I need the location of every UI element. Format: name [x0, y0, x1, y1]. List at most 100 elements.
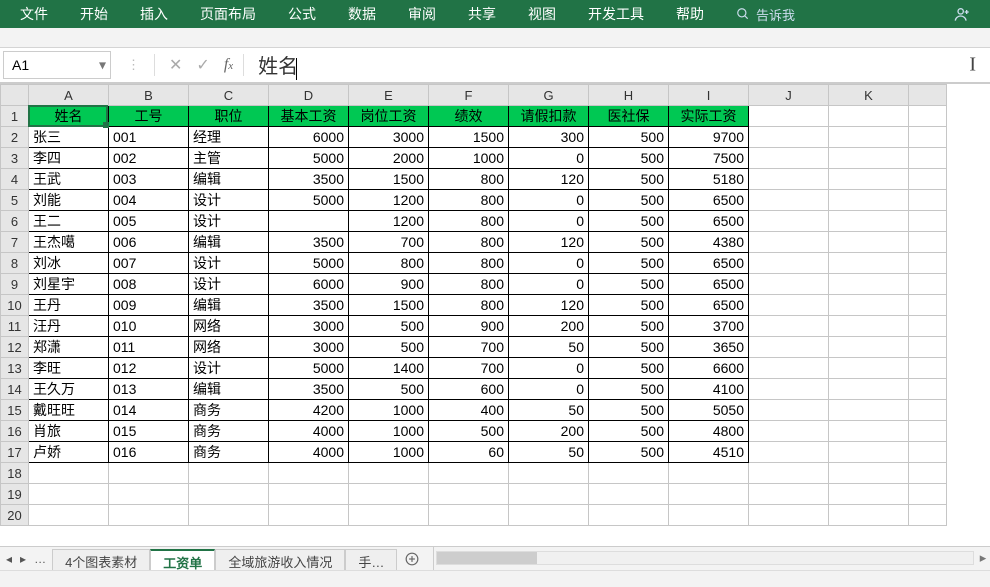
cell[interactable]: 3500 — [269, 295, 349, 316]
cell[interactable]: 200 — [509, 421, 589, 442]
row-header[interactable]: 4 — [1, 169, 29, 190]
cell-empty[interactable] — [749, 274, 829, 295]
cell[interactable]: 5180 — [669, 169, 749, 190]
row-header[interactable]: 16 — [1, 421, 29, 442]
cell[interactable]: 800 — [429, 232, 509, 253]
cell[interactable]: 3000 — [349, 127, 429, 148]
cell[interactable]: 008 — [109, 274, 189, 295]
cell-empty[interactable] — [829, 127, 909, 148]
cell[interactable]: 016 — [109, 442, 189, 463]
cell-empty[interactable] — [909, 190, 947, 211]
cell-empty[interactable] — [909, 274, 947, 295]
select-all-corner[interactable] — [1, 85, 29, 106]
cell-empty[interactable] — [909, 505, 947, 526]
cell[interactable]: 王久万 — [29, 379, 109, 400]
cell[interactable]: 4100 — [669, 379, 749, 400]
cell-empty[interactable] — [909, 148, 947, 169]
cell[interactable]: 700 — [429, 337, 509, 358]
row-header[interactable]: 7 — [1, 232, 29, 253]
cell[interactable]: 009 — [109, 295, 189, 316]
cell-empty[interactable] — [909, 421, 947, 442]
cell[interactable]: 500 — [349, 379, 429, 400]
cell-empty[interactable] — [109, 463, 189, 484]
cell[interactable]: 网络 — [189, 337, 269, 358]
cell[interactable]: 郑潇 — [29, 337, 109, 358]
cell[interactable]: 800 — [429, 190, 509, 211]
cell[interactable]: 1000 — [349, 442, 429, 463]
cell-empty[interactable] — [909, 337, 947, 358]
cell[interactable]: 汪丹 — [29, 316, 109, 337]
cell-empty[interactable] — [909, 295, 947, 316]
cell-empty[interactable] — [749, 295, 829, 316]
cell[interactable]: 500 — [589, 358, 669, 379]
cell[interactable]: 王丹 — [29, 295, 109, 316]
row-header[interactable]: 13 — [1, 358, 29, 379]
cell-empty[interactable] — [749, 379, 829, 400]
cell-empty[interactable] — [829, 400, 909, 421]
cell[interactable]: 李旺 — [29, 358, 109, 379]
cell[interactable]: 800 — [429, 295, 509, 316]
cell-empty[interactable] — [749, 148, 829, 169]
cell[interactable]: 900 — [349, 274, 429, 295]
cell-empty[interactable] — [749, 400, 829, 421]
cell-empty[interactable] — [909, 400, 947, 421]
cell-empty[interactable] — [909, 316, 947, 337]
enter-icon[interactable]: ✓ — [196, 55, 209, 75]
cell-empty[interactable] — [749, 190, 829, 211]
cell-empty[interactable] — [909, 442, 947, 463]
cell[interactable]: 4200 — [269, 400, 349, 421]
cell-empty[interactable] — [749, 337, 829, 358]
row-header[interactable]: 6 — [1, 211, 29, 232]
table-header-cell[interactable]: 基本工资 — [269, 106, 349, 127]
cell[interactable]: 500 — [589, 253, 669, 274]
cell[interactable]: 刘冰 — [29, 253, 109, 274]
cell-empty[interactable] — [749, 463, 829, 484]
cell-empty[interactable] — [749, 169, 829, 190]
tab-nav-more-icon[interactable]: … — [34, 552, 46, 566]
cell[interactable]: 0 — [509, 358, 589, 379]
cell[interactable]: 6000 — [269, 127, 349, 148]
cell-empty[interactable] — [509, 463, 589, 484]
ribbon-item-审阅[interactable]: 审阅 — [392, 0, 452, 28]
cell-empty[interactable] — [429, 505, 509, 526]
row-header[interactable]: 3 — [1, 148, 29, 169]
cell[interactable]: 014 — [109, 400, 189, 421]
column-header-extra[interactable] — [909, 85, 947, 106]
cell[interactable]: 400 — [429, 400, 509, 421]
column-header-F[interactable]: F — [429, 85, 509, 106]
column-header-B[interactable]: B — [109, 85, 189, 106]
cell-empty[interactable] — [349, 463, 429, 484]
cell[interactable]: 刘星宇 — [29, 274, 109, 295]
cell[interactable]: 012 — [109, 358, 189, 379]
cell-empty[interactable] — [829, 316, 909, 337]
cell-empty[interactable] — [909, 211, 947, 232]
cell[interactable]: 800 — [429, 211, 509, 232]
cell[interactable]: 设计 — [189, 358, 269, 379]
cell-empty[interactable] — [109, 484, 189, 505]
row-header[interactable]: 18 — [1, 463, 29, 484]
cell[interactable]: 商务 — [189, 400, 269, 421]
cell[interactable]: 6500 — [669, 211, 749, 232]
cell-empty[interactable] — [749, 253, 829, 274]
cell[interactable]: 编辑 — [189, 232, 269, 253]
cell[interactable]: 5000 — [269, 253, 349, 274]
cell-empty[interactable] — [509, 505, 589, 526]
cell[interactable]: 500 — [589, 169, 669, 190]
cell[interactable]: 015 — [109, 421, 189, 442]
cell-empty[interactable] — [829, 442, 909, 463]
cell[interactable]: 6500 — [669, 253, 749, 274]
column-header-C[interactable]: C — [189, 85, 269, 106]
ribbon-item-数据[interactable]: 数据 — [332, 0, 392, 28]
row-header[interactable]: 5 — [1, 190, 29, 211]
cell[interactable]: 700 — [349, 232, 429, 253]
cell[interactable]: 5000 — [269, 148, 349, 169]
cell-empty[interactable] — [189, 484, 269, 505]
cell[interactable]: 编辑 — [189, 169, 269, 190]
cell[interactable]: 卢娇 — [29, 442, 109, 463]
cell[interactable]: 5000 — [269, 190, 349, 211]
cell-empty[interactable] — [829, 379, 909, 400]
cell[interactable]: 002 — [109, 148, 189, 169]
cell[interactable]: 编辑 — [189, 295, 269, 316]
cell-empty[interactable] — [829, 463, 909, 484]
sheet-tab[interactable]: 手… — [345, 549, 397, 570]
